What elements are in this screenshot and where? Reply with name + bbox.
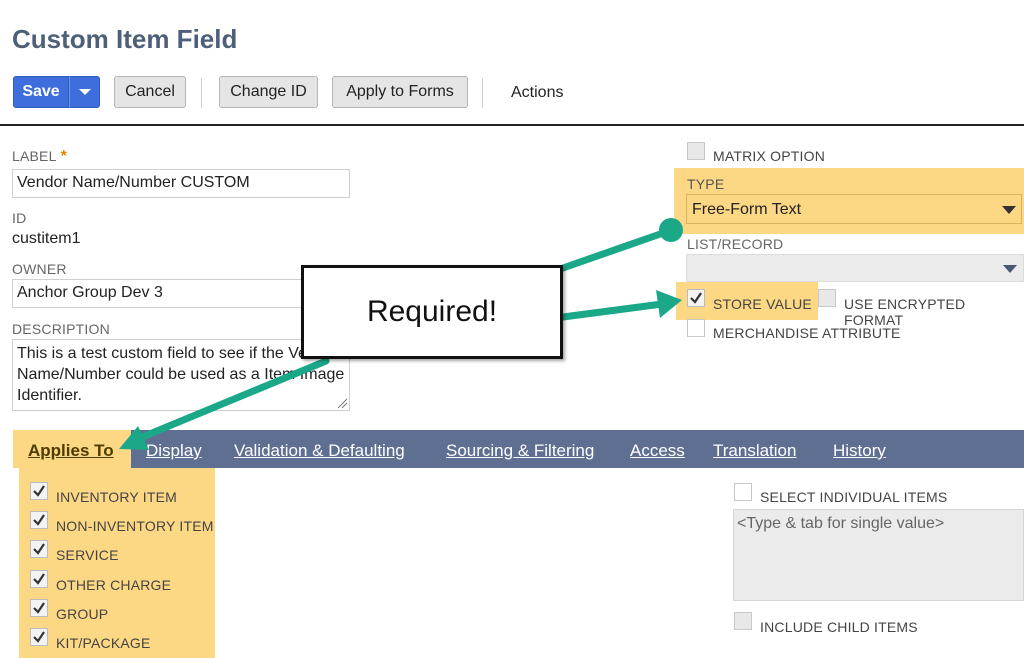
id-caption: ID (12, 210, 27, 226)
include-child-items-label: INCLUDE CHILD ITEMS (760, 619, 918, 635)
checkmark-icon (33, 631, 45, 643)
arrow-to-type (559, 228, 670, 272)
checkmark-icon (33, 572, 45, 585)
use-encrypted-format-checkbox[interactable] (818, 289, 836, 307)
type-caption: TYPE (687, 176, 725, 192)
arrow-to-store-value (559, 300, 666, 321)
select-individual-items-label: SELECT INDIVIDUAL ITEMS (760, 489, 948, 505)
label-input[interactable]: Vendor Name/Number CUSTOM (12, 169, 350, 198)
list-record-select[interactable] (686, 254, 1024, 282)
description-caption: DESCRIPTION (12, 321, 110, 337)
header-divider (0, 124, 1024, 126)
select-individual-items-checkbox[interactable] (734, 483, 752, 501)
use-encrypted-format-label: USE ENCRYPTED FORMAT (844, 296, 966, 328)
required-marker: * (60, 148, 67, 165)
change-id-button[interactable]: Change ID (219, 76, 318, 108)
tab-display[interactable]: Display (146, 441, 202, 461)
applies-to-label: INVENTORY ITEM (56, 489, 178, 505)
checkbox[interactable] (30, 627, 48, 646)
type-select[interactable]: Free-Form Text (686, 194, 1022, 224)
item-multiselect[interactable]: <Type & tab for single value> (733, 509, 1024, 601)
tab-validation-defaulting[interactable]: Validation & Defaulting (234, 441, 405, 461)
actions-menu[interactable]: Actions (511, 84, 563, 102)
applies-to-label: SERVICE (56, 547, 119, 564)
checkbox[interactable] (30, 598, 48, 617)
save-button[interactable]: Save (13, 76, 69, 108)
tab-label: History (833, 441, 886, 460)
description-textarea[interactable]: This is a test custom field to see if th… (12, 339, 350, 411)
checkbox[interactable] (30, 540, 48, 559)
owner-select[interactable]: Anchor Group Dev 3 (12, 279, 312, 308)
matrix-option-label: MATRIX OPTION (713, 148, 826, 164)
tab-history[interactable]: History (833, 441, 886, 461)
tab-sourcing-filtering[interactable]: Sourcing & Filtering (446, 441, 594, 461)
resize-handle-icon[interactable] (336, 397, 348, 409)
tab-label: Validation & Defaulting (234, 441, 405, 460)
applies-to-label: KIT/PACKAGE (56, 634, 151, 651)
tab-label: Display (146, 441, 202, 460)
list-record-caption: LIST/RECORD (687, 236, 784, 252)
cancel-button[interactable]: Cancel (114, 76, 186, 108)
checkmark-icon (33, 543, 45, 556)
owner-caption: OWNER (12, 261, 67, 277)
type-select-value: Free-Form Text (692, 201, 802, 218)
tab-label: Translation (713, 441, 797, 460)
merchandise-attribute-checkbox[interactable] (687, 319, 705, 337)
page-title: Custom Item Field (12, 24, 238, 54)
store-value-checkbox[interactable] (687, 289, 705, 307)
chevron-down-icon (1002, 206, 1016, 214)
applies-to-label: NON-INVENTORY ITEM (56, 518, 214, 535)
tab-access[interactable]: Access (630, 441, 685, 461)
applies-to-label: OTHER CHARGE (56, 576, 172, 593)
tab-label: Sourcing & Filtering (446, 441, 595, 460)
checkmark-icon (690, 292, 702, 304)
chevron-down-icon (1003, 265, 1017, 273)
checkmark-icon (33, 602, 45, 614)
tab-label: Applies To (28, 441, 114, 460)
checkmark-icon (33, 485, 45, 497)
applies-to-label: GROUP (56, 605, 109, 622)
id-value: custitem1 (12, 230, 81, 247)
checkbox[interactable] (30, 569, 48, 588)
checkmark-icon (33, 514, 45, 526)
save-menu-button[interactable] (69, 76, 100, 108)
tab-label: Access (630, 441, 685, 460)
apply-to-forms-button[interactable]: Apply to Forms (332, 76, 468, 108)
tab-translation[interactable]: Translation (713, 441, 796, 461)
store-value-label: STORE VALUE (713, 296, 812, 312)
toolbar-divider (201, 78, 202, 108)
tab-applies-to[interactable]: Applies To (28, 441, 114, 461)
toolbar-divider (482, 78, 483, 108)
label-caption: LABEL (12, 148, 57, 164)
merchandise-attribute-label: MERCHANDISE ATTRIBUTE (713, 325, 901, 341)
label-field-label: LABEL * (12, 148, 67, 166)
checkbox[interactable] (30, 511, 48, 530)
chevron-down-icon (78, 89, 91, 95)
include-child-items-checkbox[interactable] (734, 612, 752, 630)
required-callout: Required! (301, 265, 563, 359)
matrix-option-checkbox[interactable] (687, 142, 705, 160)
checkbox[interactable] (30, 482, 48, 500)
